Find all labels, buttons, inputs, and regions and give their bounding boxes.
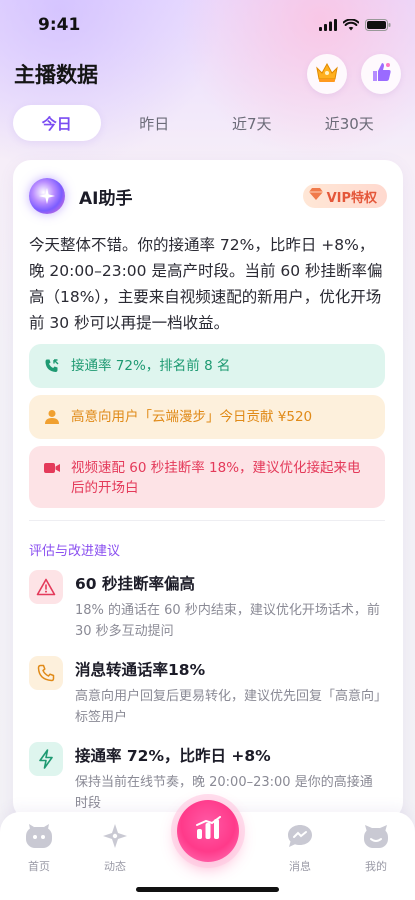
tab-yesterday[interactable]: 昨日: [111, 105, 199, 141]
status-time: 9:41: [38, 15, 81, 35]
tabbar-data-center-button[interactable]: [177, 800, 239, 862]
header-actions: [307, 54, 401, 94]
lightning-icon: [29, 742, 63, 776]
status-icons: [319, 16, 391, 35]
suggestion-title: 60 秒挂断率偏高: [75, 575, 195, 593]
insight-hangup-rate[interactable]: 视频速配 60 秒挂断率 18%，建议优化接起来电后的开场白: [29, 446, 385, 508]
wifi-icon: [342, 16, 360, 35]
insight-connect-rate[interactable]: 接通率 72%，排名前 8 名: [29, 344, 385, 388]
tab-today[interactable]: 今日: [13, 105, 101, 141]
suggestion-desc: 保持当前在线节奏，晚 20:00–23:00 是你的高接通时段: [75, 775, 373, 811]
tabbar-label: 动态: [104, 860, 126, 873]
vip-badge[interactable]: VIP特权: [302, 184, 387, 208]
tabbar-messages[interactable]: 消息: [270, 822, 330, 874]
crown-icon: [315, 61, 339, 87]
insight-top-user[interactable]: 高意向用户「云端漫步」今日贡献 ¥520: [29, 395, 385, 439]
insight-text: 高意向用户「云端漫步」今日贡献 ¥520: [71, 409, 313, 425]
suggestion-item[interactable]: 60 秒挂断率偏高 18% 的通话在 60 秒内结束，建议优化开场话术，前 30…: [29, 570, 385, 642]
suggestion-desc: 高意向用户回复后更易转化，建议优先回复「高意向」标签用户: [75, 689, 381, 725]
suggestions-section-label: 评估与改进建议: [29, 544, 121, 559]
insight-text: 接通率 72%，排名前 8 名: [71, 358, 231, 374]
ai-card-title: AI助手: [79, 188, 133, 209]
profile-icon: [362, 822, 390, 850]
suggestion-title: 接通率 72%，比昨日 +8%: [75, 747, 271, 765]
tabbar-label: 首页: [28, 860, 50, 873]
ai-sparkle-icon: [29, 178, 65, 214]
page-header: 主播数据: [0, 52, 415, 96]
tabbar-home[interactable]: 首页: [9, 822, 69, 874]
signal-icon: [319, 16, 337, 35]
suggestion-title: 消息转通话率18%: [75, 661, 206, 679]
date-tabs: 今日 昨日 近7天 近30天: [13, 104, 403, 142]
video-icon: [43, 458, 61, 478]
suggestion-content: 60 秒挂断率偏高 18% 的通话在 60 秒内结束，建议优化开场话术，前 30…: [75, 570, 385, 642]
home-icon: [25, 822, 53, 850]
tabbar-label: 消息: [289, 860, 311, 873]
vip-badge-label: VIP特权: [326, 190, 377, 206]
sparkle-icon: [101, 822, 129, 850]
suggestion-desc: 18% 的通话在 60 秒内结束，建议优化开场话术，前 30 秒多互动提问: [75, 603, 380, 639]
thumbs-up-icon: [369, 60, 393, 88]
tabbar-profile[interactable]: 我的: [346, 822, 406, 874]
insight-text: 视频速配 60 秒挂断率 18%，建议优化接起来电后的开场白: [71, 460, 361, 496]
crown-button[interactable]: [307, 54, 347, 94]
thumbs-up-button[interactable]: [361, 54, 401, 94]
section-divider: [29, 520, 385, 521]
phone-incoming-icon: [43, 356, 61, 376]
ai-assistant-card: AI助手 VIP特权 今天整体不错。你的接通率 72%，比昨日 +8%，晚 20…: [13, 160, 403, 820]
tabbar-label: 我的: [365, 860, 387, 873]
page-title: 主播数据: [14, 63, 98, 87]
user-icon: [43, 407, 61, 427]
ai-title-group: AI助手: [29, 178, 132, 214]
status-bar: 9:41: [0, 0, 415, 50]
data-chart-icon: [194, 816, 222, 846]
tab-30-days[interactable]: 近30天: [306, 105, 394, 141]
warning-icon: [29, 570, 63, 604]
ai-card-header: AI助手 VIP特权: [29, 176, 387, 216]
suggestion-content: 消息转通话率18% 高意向用户回复后更易转化，建议优先回复「高意向」标签用户: [75, 656, 385, 728]
tab-7-days[interactable]: 近7天: [208, 105, 296, 141]
home-indicator: [136, 887, 279, 892]
battery-icon: [365, 16, 391, 35]
suggestion-item[interactable]: 消息转通话率18% 高意向用户回复后更易转化，建议优先回复「高意向」标签用户: [29, 656, 385, 728]
ai-summary-text: 今天整体不错。你的接通率 72%，比昨日 +8%，晚 20:00–23:00 是…: [29, 236, 383, 332]
diamond-icon: [308, 188, 323, 204]
phone-icon: [29, 656, 63, 690]
tabbar-feed[interactable]: 动态: [85, 822, 145, 874]
suggestion-content: 接通率 72%，比昨日 +8% 保持当前在线节奏，晚 20:00–23:00 是…: [75, 742, 385, 814]
message-icon: [286, 822, 314, 850]
bottom-tab-bar: 首页 动态 消息 我的: [0, 800, 415, 900]
